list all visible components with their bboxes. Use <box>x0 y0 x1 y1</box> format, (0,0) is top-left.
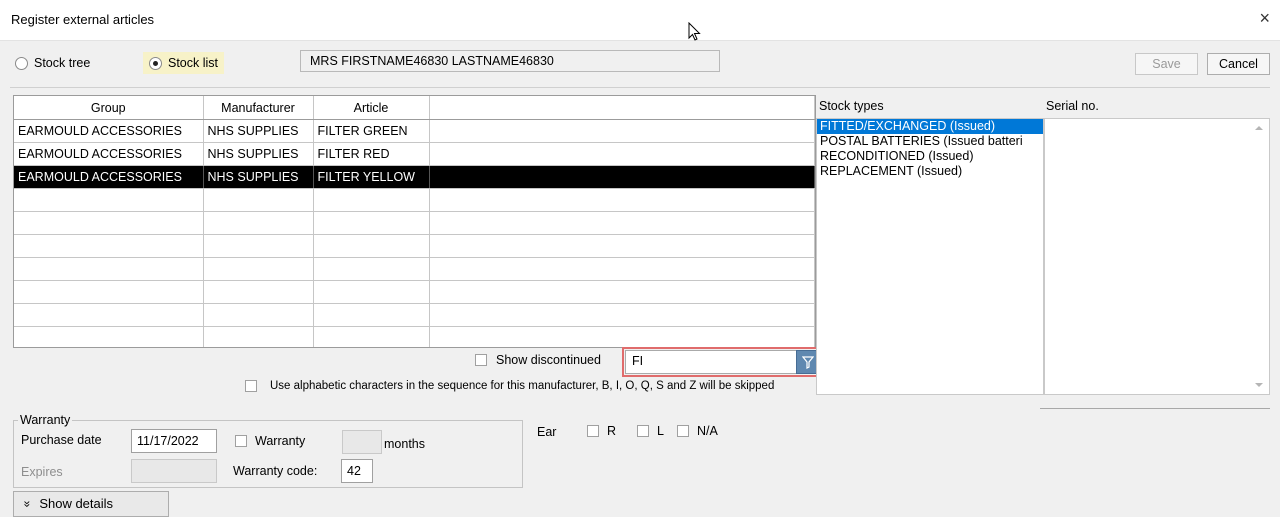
cancel-button[interactable]: Cancel <box>1207 53 1270 75</box>
cell-extra[interactable] <box>429 119 815 143</box>
show-details-button[interactable]: » Show details <box>13 491 169 517</box>
cell-manufacturer[interactable]: NHS SUPPLIES <box>203 165 314 189</box>
ear-na-option[interactable]: N/A <box>677 424 718 438</box>
table-row-selected[interactable]: EARMOULD ACCESSORIES NHS SUPPLIES FILTER… <box>14 165 815 189</box>
warranty-legend: Warranty <box>18 413 73 427</box>
ear-right-checkbox[interactable] <box>587 425 599 437</box>
stock-list-label: Stock list <box>168 56 219 70</box>
cell-manufacturer[interactable]: NHS SUPPLIES <box>203 119 314 143</box>
warranty-code-field[interactable]: 42 <box>341 459 373 483</box>
purchase-date-label: Purchase date <box>21 433 102 447</box>
table-row[interactable]: EARMOULD ACCESSORIES NHS SUPPLIES FILTER… <box>14 142 815 166</box>
empty-row <box>14 257 815 281</box>
cell-group[interactable]: EARMOULD ACCESSORIES <box>14 142 204 166</box>
cell-extra[interactable] <box>429 142 815 166</box>
cell-article[interactable]: FILTER GREEN <box>313 119 430 143</box>
column-header-article[interactable]: Article <box>313 96 430 120</box>
months-label: months <box>384 437 425 451</box>
stock-list-option[interactable]: Stock list <box>143 52 225 74</box>
stock-tree-label: Stock tree <box>34 56 91 70</box>
articles-table: Group Manufacturer Article EARMOULD ACCE… <box>14 96 815 347</box>
months-field[interactable] <box>342 430 382 454</box>
list-item[interactable]: FITTED/EXCHANGED (Issued) <box>817 119 1043 134</box>
empty-row <box>14 280 815 304</box>
purchase-date-field[interactable]: 11/17/2022 <box>131 429 217 453</box>
filter-input[interactable]: FI <box>625 350 797 374</box>
title-bar: Register external articles × <box>0 0 1280 41</box>
save-button[interactable]: Save <box>1135 53 1198 75</box>
vertical-scrollbar[interactable] <box>1251 121 1267 392</box>
show-discontinued-label: Show discontinued <box>496 353 601 367</box>
ear-right-option[interactable]: R <box>587 424 616 438</box>
cell-article[interactable]: FILTER RED <box>313 142 430 166</box>
articles-grid[interactable]: Group Manufacturer Article EARMOULD ACCE… <box>13 95 816 348</box>
table-row[interactable]: EARMOULD ACCESSORIES NHS SUPPLIES FILTER… <box>14 119 815 143</box>
alphabetic-sequence-option[interactable]: Use alphabetic characters in the sequenc… <box>245 380 774 392</box>
ear-left-checkbox[interactable] <box>637 425 649 437</box>
scroll-down-icon[interactable] <box>1254 382 1264 388</box>
funnel-icon <box>801 356 815 370</box>
column-header-empty <box>429 96 815 120</box>
show-discontinued-option[interactable]: Show discontinued <box>475 353 601 367</box>
cell-group[interactable]: EARMOULD ACCESSORIES <box>14 165 204 189</box>
warranty-checkbox[interactable] <box>235 435 247 447</box>
stock-types-list[interactable]: FITTED/EXCHANGED (Issued) POSTAL BATTERI… <box>816 118 1044 395</box>
patient-name-field: MRS FIRSTNAME46830 LASTNAME46830 <box>300 50 720 72</box>
list-item[interactable]: REPLACEMENT (Issued) <box>817 164 1043 179</box>
stock-types-label: Stock types <box>819 99 884 113</box>
expires-label: Expires <box>21 465 63 479</box>
grid-header-row: Group Manufacturer Article <box>14 96 815 120</box>
ear-na-label: N/A <box>697 424 718 438</box>
alphabetic-sequence-checkbox[interactable] <box>245 380 257 392</box>
list-item[interactable]: POSTAL BATTERIES (Issued batteri <box>817 134 1043 149</box>
cell-extra[interactable] <box>429 165 815 189</box>
cell-manufacturer[interactable]: NHS SUPPLIES <box>203 142 314 166</box>
ear-na-checkbox[interactable] <box>677 425 689 437</box>
empty-row <box>14 234 815 258</box>
close-icon[interactable]: × <box>1259 8 1270 29</box>
divider <box>1040 408 1270 409</box>
ear-right-label: R <box>607 424 617 438</box>
stock-tree-option[interactable]: Stock tree <box>9 52 96 74</box>
ear-left-label: L <box>657 424 664 438</box>
list-item[interactable]: RECONDITIONED (Issued) <box>817 149 1043 164</box>
stock-tree-radio[interactable] <box>15 56 28 70</box>
cell-group[interactable]: EARMOULD ACCESSORIES <box>14 119 204 143</box>
empty-row <box>14 188 815 212</box>
show-details-label: Show details <box>39 496 114 511</box>
empty-row <box>14 303 815 327</box>
show-discontinued-checkbox[interactable] <box>475 354 487 366</box>
ear-label: Ear <box>537 425 557 439</box>
expires-field <box>131 459 217 483</box>
serial-no-label: Serial no. <box>1046 99 1099 113</box>
column-header-group[interactable]: Group <box>14 96 204 120</box>
alphabetic-sequence-label: Use alphabetic characters in the sequenc… <box>270 380 775 392</box>
scroll-up-icon[interactable] <box>1254 125 1264 131</box>
mouse-pointer-icon <box>688 22 701 41</box>
warranty-label: Warranty <box>255 434 306 448</box>
cell-article[interactable]: FILTER YELLOW <box>313 165 430 189</box>
empty-row <box>14 326 815 347</box>
warranty-option[interactable]: Warranty <box>235 434 305 448</box>
chevron-down-icon: » <box>20 500 35 508</box>
window-title: Register external articles <box>11 12 155 27</box>
serial-no-list[interactable] <box>1044 118 1270 395</box>
warranty-code-label: Warranty code: <box>233 464 318 478</box>
divider <box>10 87 1270 88</box>
column-header-manufacturer[interactable]: Manufacturer <box>203 96 314 120</box>
stock-list-radio[interactable] <box>149 56 162 70</box>
empty-row <box>14 211 815 235</box>
ear-left-option[interactable]: L <box>637 424 664 438</box>
